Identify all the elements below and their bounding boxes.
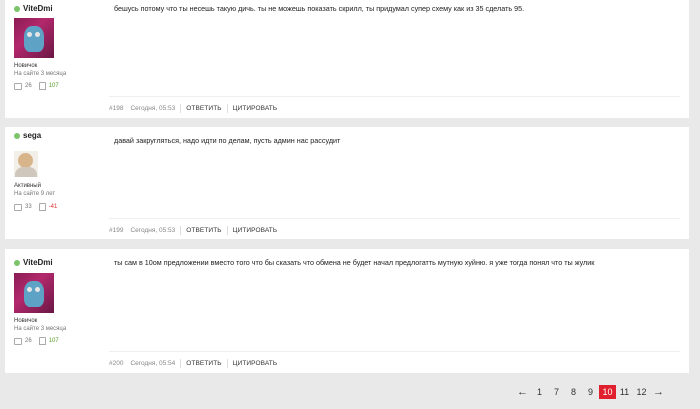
reply-button[interactable]: ОТВЕТИТЬ xyxy=(186,227,221,234)
post-meta: #199 Сегодня, 05:53 ОТВЕТИТЬ ЦИТИРОВАТЬ xyxy=(109,218,680,241)
rating-icon xyxy=(38,337,46,345)
post-text: ты сам в 10ом предложении вместо того чт… xyxy=(114,258,595,267)
post-author[interactable]: ViteDmi xyxy=(14,258,53,267)
divider xyxy=(180,103,182,113)
quote-button[interactable]: ЦИТИРОВАТЬ xyxy=(233,105,278,112)
messages-icon xyxy=(14,82,22,90)
page-link[interactable]: 12 xyxy=(633,385,650,399)
forum-post: ViteDmi Новичок На сайте 3 месяца 26 107… xyxy=(5,0,689,118)
user-rank: Новичок xyxy=(14,63,38,69)
avatar[interactable] xyxy=(14,18,54,58)
avatar[interactable] xyxy=(14,273,54,313)
rating-icon xyxy=(38,203,46,211)
messages-icon xyxy=(14,337,22,345)
member-since: На сайте 3 месяца xyxy=(14,71,67,77)
author-name[interactable]: ViteDmi xyxy=(23,4,53,13)
page-link[interactable]: 8 xyxy=(565,385,582,399)
messages-icon xyxy=(14,203,22,211)
post-author[interactable]: sega xyxy=(14,131,41,140)
user-stats: 26 107 xyxy=(14,82,59,90)
page-link[interactable]: 9 xyxy=(582,385,599,399)
user-rank: Новичок xyxy=(14,318,38,324)
member-since: На сайте 3 месяца xyxy=(14,326,67,332)
messages-count: 26 xyxy=(25,338,32,344)
divider xyxy=(180,225,182,235)
user-stats: 33 -41 xyxy=(14,203,57,211)
divider xyxy=(226,103,228,113)
user-rank: Активный xyxy=(14,183,41,189)
avatar[interactable] xyxy=(14,151,38,177)
divider xyxy=(226,225,228,235)
post-number[interactable]: #199 xyxy=(109,227,123,234)
divider xyxy=(180,358,182,368)
reply-button[interactable]: ОТВЕТИТЬ xyxy=(186,105,221,112)
post-text: давай закругляться, надо идти по делам, … xyxy=(114,136,341,145)
rating-value: 107 xyxy=(48,83,59,89)
post-text: бешусь потому что ты несешь такую дичь. … xyxy=(114,4,525,13)
prev-page-arrow-icon[interactable]: ← xyxy=(514,386,531,398)
online-status-icon xyxy=(14,5,20,12)
next-page-arrow-icon[interactable]: → xyxy=(650,386,667,398)
quote-button[interactable]: ЦИТИРОВАТЬ xyxy=(233,227,278,234)
rating-value: -41 xyxy=(48,204,58,210)
post-meta: #198 Сегодня, 05:53 ОТВЕТИТЬ ЦИТИРОВАТЬ xyxy=(109,96,680,119)
author-name[interactable]: sega xyxy=(23,131,41,140)
author-name[interactable]: ViteDmi xyxy=(23,258,53,267)
post-time: Сегодня, 05:53 xyxy=(130,226,176,234)
member-since: На сайте 9 лет xyxy=(14,191,56,197)
messages-count: 33 xyxy=(25,204,32,210)
forum-post: ViteDmi Новичок На сайте 3 месяца 26 107… xyxy=(5,249,689,373)
messages-count: 26 xyxy=(25,83,32,89)
rating-icon xyxy=(38,82,46,90)
forum-post: sega Активный На сайте 9 лет 33 -41 дава… xyxy=(5,127,689,239)
quote-button[interactable]: ЦИТИРОВАТЬ xyxy=(233,360,278,367)
pagination: ← 1 7 8 9 10 11 12 → xyxy=(514,385,667,399)
post-number[interactable]: #198 xyxy=(109,105,123,112)
reply-button[interactable]: ОТВЕТИТЬ xyxy=(186,360,221,367)
post-meta: #200 Сегодня, 05:54 ОТВЕТИТЬ ЦИТИРОВАТЬ xyxy=(109,351,680,374)
post-number[interactable]: #200 xyxy=(109,360,123,367)
user-stats: 26 107 xyxy=(14,337,59,345)
page-link[interactable]: 11 xyxy=(616,385,633,399)
post-time: Сегодня, 05:53 xyxy=(130,104,176,112)
current-page[interactable]: 10 xyxy=(599,385,616,399)
page-link[interactable]: 1 xyxy=(531,385,548,399)
online-status-icon xyxy=(14,259,20,266)
rating-value: 107 xyxy=(48,338,59,344)
post-author[interactable]: ViteDmi xyxy=(14,4,53,13)
page-link[interactable]: 7 xyxy=(548,385,565,399)
post-time: Сегодня, 05:54 xyxy=(130,359,176,367)
online-status-icon xyxy=(14,132,20,139)
divider xyxy=(226,358,228,368)
